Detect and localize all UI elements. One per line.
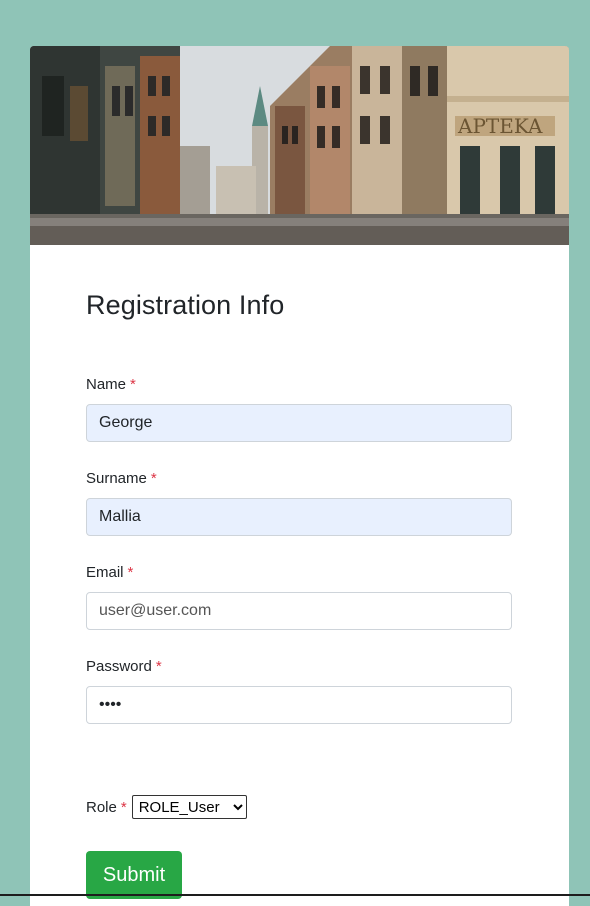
email-input[interactable]: [86, 592, 512, 630]
surname-input[interactable]: [86, 498, 512, 536]
registration-card: APTEKA Registration Info Name* Surname* …: [30, 46, 569, 906]
required-marker: *: [120, 798, 127, 816]
password-label-text: Password: [86, 658, 152, 675]
email-label-text: Email: [86, 564, 124, 581]
required-marker: *: [155, 658, 162, 675]
required-marker: *: [127, 564, 134, 581]
header-street-image: APTEKA: [30, 46, 569, 245]
email-label: Email *: [86, 564, 133, 581]
name-label-text: Name: [86, 376, 127, 393]
role-row: Role * ROLE_User: [86, 795, 247, 819]
form-title: Registration Info: [86, 290, 285, 320]
name-label: Name *: [86, 376, 136, 393]
password-label: Password *: [86, 658, 162, 675]
name-input[interactable]: [86, 404, 512, 442]
surname-label: Surname *: [86, 470, 157, 487]
required-marker: *: [150, 470, 157, 487]
submit-button[interactable]: Submit: [86, 851, 182, 899]
svg-text:APTEKA: APTEKA: [457, 114, 543, 138]
role-label: Role *: [86, 799, 127, 816]
role-label-text: Role: [86, 798, 117, 816]
required-marker: *: [130, 376, 136, 393]
surname-label-text: Surname: [86, 470, 147, 487]
password-input[interactable]: [86, 686, 512, 724]
role-select[interactable]: ROLE_User: [131, 795, 247, 819]
